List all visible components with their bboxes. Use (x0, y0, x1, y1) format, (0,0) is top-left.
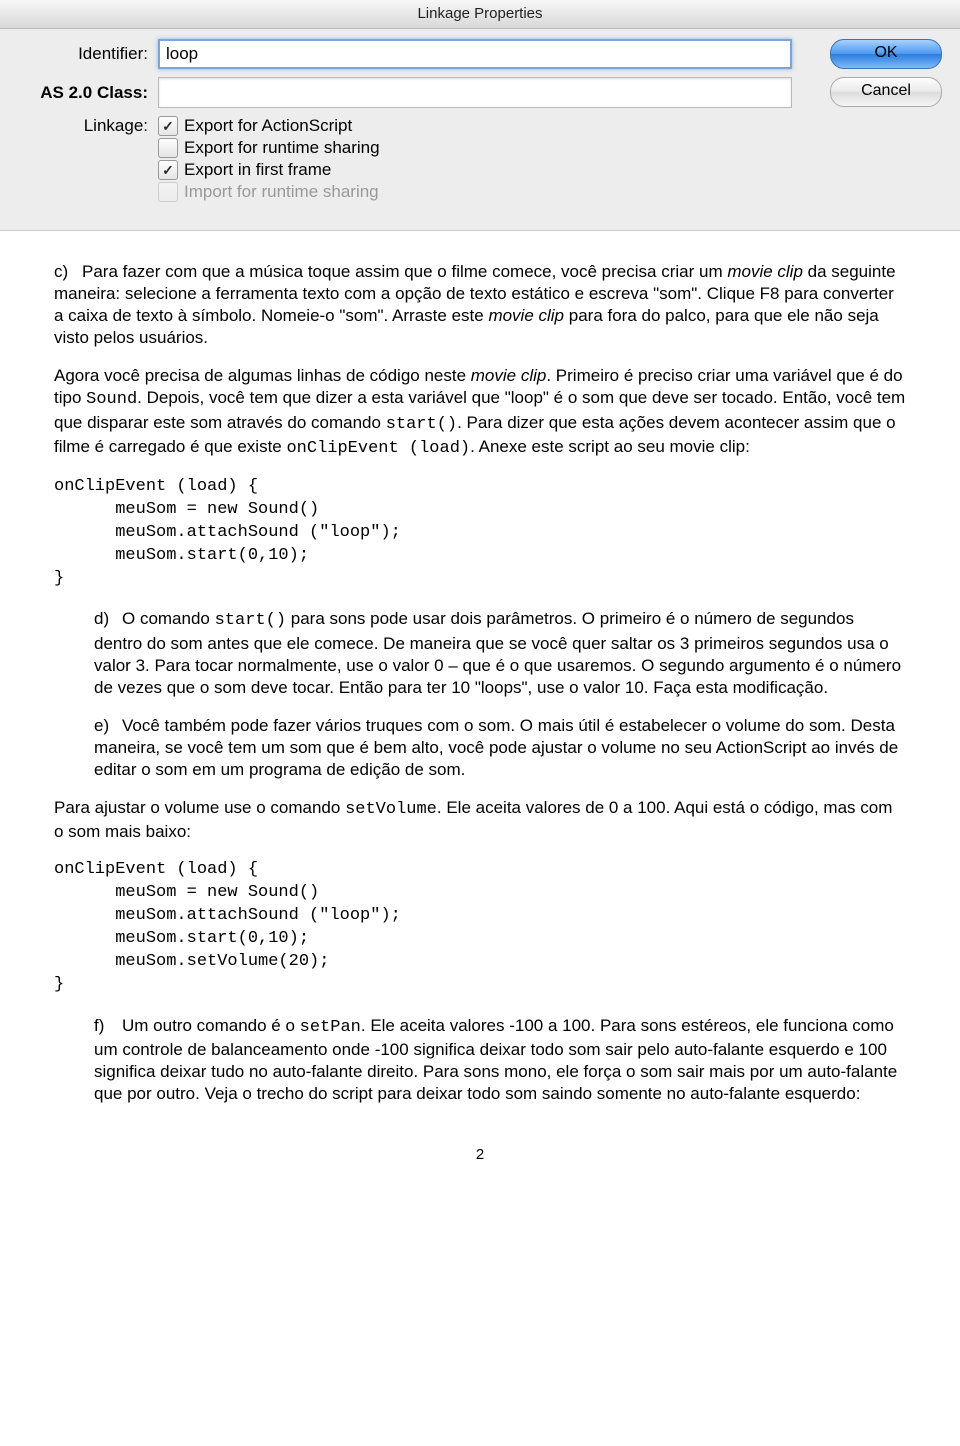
dialog-title: Linkage Properties (417, 5, 542, 22)
document-page: Linkage Properties Identifier: AS 2.0 Cl… (0, 0, 960, 1205)
checkbox-export-actionscript[interactable]: ✓ (158, 116, 178, 136)
identifier-input[interactable] (158, 39, 792, 69)
code-block-1: onClipEvent (load) { meuSom = new Sound(… (54, 476, 906, 591)
paragraph: Agora você precisa de algumas linhas de … (54, 365, 906, 459)
item-c: c)Para fazer com que a música toque assi… (54, 261, 906, 349)
linkage-label: Linkage: (18, 116, 158, 136)
page-number: 2 (54, 1145, 906, 1165)
dialog-titlebar: Linkage Properties (0, 0, 960, 29)
dialog-body: Identifier: AS 2.0 Class: Linkage: ✓ Exp… (0, 29, 960, 230)
checkbox-export-runtime[interactable] (158, 138, 178, 158)
asclass-input[interactable] (158, 77, 792, 108)
linkage-dialog: Linkage Properties Identifier: AS 2.0 Cl… (0, 0, 960, 231)
cancel-button[interactable]: Cancel (830, 77, 942, 107)
checkbox-import-runtime (158, 182, 178, 202)
code-block-2: onClipEvent (load) { meuSom = new Sound(… (54, 859, 906, 997)
checkbox-export-first-frame[interactable]: ✓ (158, 160, 178, 180)
checkmark-icon: ✓ (162, 163, 174, 177)
paragraph: Para ajustar o volume use o comando setV… (54, 797, 906, 843)
item-f: f)Um outro comando é o setPan. Ele aceit… (94, 1015, 906, 1105)
item-e: e)Você também pode fazer vários truques … (94, 715, 906, 781)
item-d: d)O comando start() para sons pode usar … (94, 608, 906, 698)
ok-button[interactable]: OK (830, 39, 942, 69)
checkbox-label: Import for runtime sharing (184, 182, 379, 202)
checkbox-label: Export for runtime sharing (184, 138, 380, 158)
document-body: c)Para fazer com que a música toque assi… (0, 231, 960, 1205)
asclass-label: AS 2.0 Class: (18, 83, 158, 103)
checkbox-label: Export in first frame (184, 160, 331, 180)
checkmark-icon: ✓ (162, 119, 174, 133)
identifier-label: Identifier: (18, 44, 158, 64)
checkbox-label: Export for ActionScript (184, 116, 352, 136)
